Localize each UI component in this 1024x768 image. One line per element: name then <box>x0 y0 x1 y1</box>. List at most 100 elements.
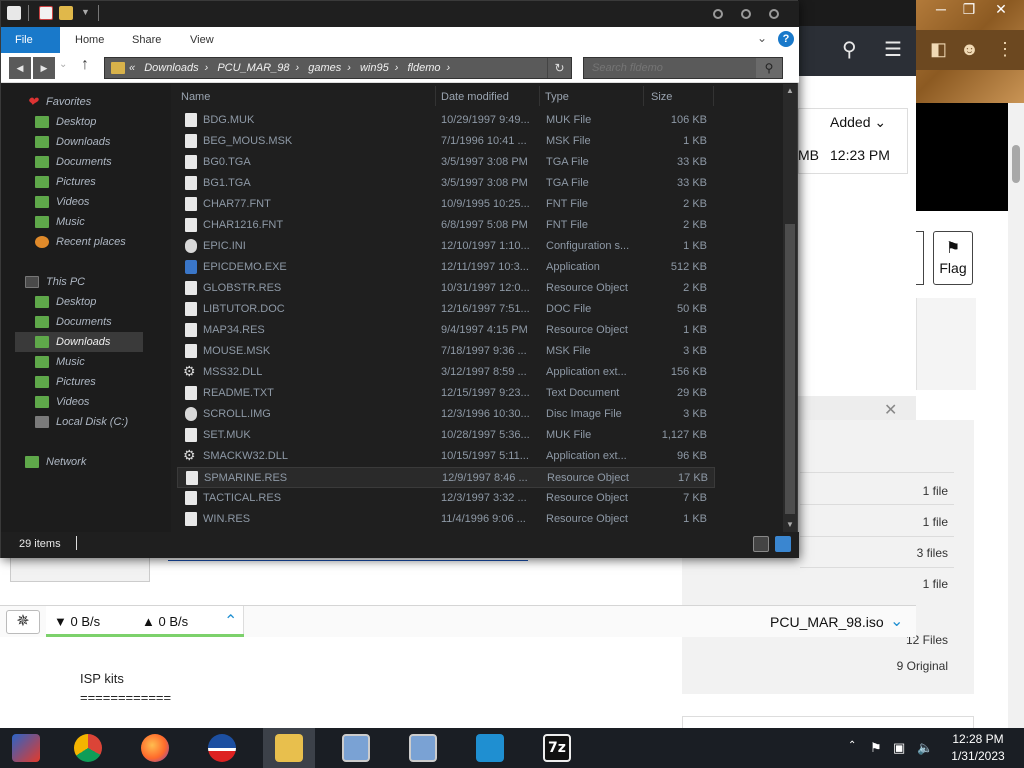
large-icons-view-icon[interactable] <box>775 536 791 552</box>
column-type[interactable]: Type <box>545 88 569 106</box>
file-row[interactable]: WIN.RES 11/4/1996 9:06 ... Resource Object… <box>177 509 715 530</box>
up-arrow-icon[interactable]: ↑ <box>81 56 89 74</box>
file-row[interactable]: BDG.MUK 10/29/1997 9:49... MUK File 106 KB <box>177 110 715 131</box>
file-row[interactable]: EPIC.INI 12/10/1997 1:10... Configuration … <box>177 236 715 257</box>
sidebar-icon[interactable]: ◧ <box>930 40 947 58</box>
chevron-down-icon[interactable]: ⌄ <box>757 31 767 45</box>
column-separator[interactable] <box>435 86 436 106</box>
breadcrumb-pcu-mar-98[interactable]: PCU_MAR_98 <box>217 62 289 74</box>
file-row[interactable]: CHAR1216.FNT 6/8/1997 5:08 PM FNT File 2 KB <box>177 215 715 236</box>
scrollbar-thumb[interactable] <box>785 224 795 514</box>
search-icon[interactable]: ⚲ <box>842 40 857 60</box>
breadcrumb-overflow[interactable]: « <box>129 62 135 74</box>
nav-fav-documents[interactable]: Documents <box>1 152 151 172</box>
nav-fav-music[interactable]: Music <box>1 212 151 232</box>
nav-fav-pictures[interactable]: Pictures <box>1 172 151 192</box>
nav-pc-downloads[interactable]: Downloads <box>15 332 143 352</box>
file-list-scrollbar[interactable]: ▲ ▼ <box>783 84 797 532</box>
file-row[interactable]: TACTICAL.RES 12/3/1997 3:32 ... Resource O… <box>177 488 715 509</box>
nav-pc-music[interactable]: Music <box>1 352 151 372</box>
tab-file[interactable]: File <box>1 27 60 53</box>
scroll-down-arrow[interactable]: ▼ <box>783 518 797 532</box>
scroll-up-arrow[interactable]: ▲ <box>783 84 797 98</box>
customize-dropdown-icon[interactable]: ▼ <box>81 7 90 17</box>
chevron-up-icon[interactable]: ⌃ <box>224 611 237 631</box>
nav-pc-pictures[interactable]: Pictures <box>1 372 151 392</box>
nav-pc-documents[interactable]: Documents <box>1 312 151 332</box>
recent-locations-icon[interactable]: ⌄ <box>59 59 67 70</box>
clock-time[interactable]: 12:28 PM <box>948 732 1008 746</box>
file-row[interactable]: BG0.TGA 3/5/1997 3:08 PM TGA File 33 KB <box>177 152 715 173</box>
flag-button[interactable]: ⚑ Flag <box>933 231 973 285</box>
file-row[interactable]: LIBTUTOR.DOC 12/16/1997 7:51... DOC File 50… <box>177 299 715 320</box>
tab-home[interactable]: Home <box>61 27 118 53</box>
explorer-window-icon[interactable] <box>7 6 21 20</box>
close-button[interactable] <box>769 9 779 19</box>
file-row[interactable]: SET.MUK 10/28/1997 5:36... MUK File 1,127 K… <box>177 425 715 446</box>
column-separator[interactable] <box>643 86 644 106</box>
nav-pc-local-disk[interactable]: Local Disk (C:) <box>1 412 151 432</box>
download-filename[interactable]: PCU_MAR_98.iso <box>770 614 884 630</box>
column-separator[interactable] <box>539 86 540 106</box>
file-row[interactable]: MOUSE.MSK 7/18/1997 9:36 ... MSK File 3 KB <box>177 341 715 362</box>
search-icon[interactable]: ⚲ <box>756 58 782 78</box>
details-view-icon[interactable] <box>753 536 769 552</box>
search-input[interactable] <box>584 58 756 78</box>
new-folder-icon[interactable] <box>59 6 73 20</box>
network-icon[interactable]: ▣ <box>893 740 905 756</box>
column-date-modified[interactable]: Date modified <box>441 88 509 106</box>
clock-date[interactable]: 1/31/2023 <box>948 749 1008 763</box>
file-row[interactable]: ⚙ MSS32.DLL 3/12/1997 8:59 ... Application … <box>177 362 715 383</box>
volume-icon[interactable]: 🔈 <box>917 740 933 756</box>
file-row[interactable]: ⚙ SMACKW32.DLL 10/15/1997 5:11... Applicati… <box>177 446 715 467</box>
breadcrumb-games[interactable]: games <box>308 62 341 74</box>
forward-button[interactable]: ▶ <box>33 57 55 79</box>
column-size[interactable]: Size <box>651 88 672 106</box>
profile-icon[interactable]: ☻ <box>960 40 979 58</box>
show-hidden-icons-icon[interactable]: ⌃ <box>848 740 856 751</box>
hamburger-menu-icon[interactable]: ☰ <box>884 40 902 60</box>
file-row[interactable]: MAP34.RES 9/4/1997 4:15 PM Resource Object… <box>177 320 715 341</box>
added-column-header[interactable]: Added ⌄ <box>830 114 886 131</box>
tab-share[interactable]: Share <box>118 27 175 53</box>
nav-pc-desktop[interactable]: Desktop <box>1 292 151 312</box>
file-row[interactable]: README.TXT 12/15/1997 9:23... Text Documen… <box>177 383 715 404</box>
file-row[interactable]: SCROLL.IMG 12/3/1996 10:30... Disc Image F… <box>177 404 715 425</box>
menu-dots-icon[interactable]: ⋮ <box>996 40 1014 58</box>
file-row[interactable]: GLOBSTR.RES 10/31/1997 12:0... Resource Ob… <box>177 278 715 299</box>
chevron-down-icon[interactable]: ⌄ <box>890 611 903 631</box>
nav-network[interactable]: Network <box>1 452 151 472</box>
help-icon[interactable]: ? <box>778 31 794 47</box>
nav-fav-recent-places[interactable]: Recent places <box>1 232 151 252</box>
nav-pc-videos[interactable]: Videos <box>1 392 151 412</box>
transfer-speed-box[interactable]: ▼ 0 B/s ▲ 0 B/s ⌃ <box>46 606 244 637</box>
column-name[interactable]: Name <box>181 88 210 106</box>
nav-fav-downloads[interactable]: Downloads <box>1 132 151 152</box>
back-button[interactable]: ◀ <box>9 57 31 79</box>
breadcrumb-downloads[interactable]: Downloads <box>144 62 198 74</box>
minimize-button[interactable] <box>713 9 723 19</box>
restore-button[interactable]: ❐ <box>952 0 986 20</box>
refresh-icon[interactable]: ↻ <box>547 58 571 78</box>
partial-button[interactable] <box>916 231 924 285</box>
nav-fav-desktop[interactable]: Desktop <box>1 112 151 132</box>
file-row[interactable]: BEG_MOUS.MSK 7/1/1996 10:41 ... MSK File 1 … <box>177 131 715 152</box>
breadcrumb-fldemo[interactable]: fldemo <box>407 62 440 74</box>
file-row[interactable]: SPMARINE.RES 12/9/1997 8:46 ... Resource O… <box>177 467 715 488</box>
maximize-button[interactable] <box>741 9 751 19</box>
file-row[interactable]: BG1.TGA 3/5/1997 3:08 PM TGA File 33 KB <box>177 173 715 194</box>
breadcrumb-win95[interactable]: win95 <box>360 62 389 74</box>
close-icon[interactable]: ✕ <box>884 400 897 420</box>
page-scrollbar[interactable] <box>1008 103 1024 728</box>
address-bar[interactable]: « Downloads › PCU_MAR_98 › games › win95 › f… <box>104 57 572 79</box>
tab-view[interactable]: View <box>176 27 228 53</box>
speed-limit-snail-icon[interactable]: ✵ <box>6 610 40 634</box>
file-row[interactable]: EPICDEMO.EXE 12/11/1997 10:3... Applicatio… <box>177 257 715 278</box>
nav-favorites[interactable]: ❤ Favorites <box>1 92 151 112</box>
file-row[interactable]: CHAR77.FNT 10/9/1995 10:25... FNT File 2 KB <box>177 194 715 215</box>
nav-this-pc[interactable]: This PC <box>1 272 151 292</box>
close-button[interactable]: ✕ <box>984 0 1018 20</box>
properties-icon[interactable] <box>39 6 53 20</box>
action-center-flag-icon[interactable]: ⚑ <box>870 740 882 756</box>
nav-fav-videos[interactable]: Videos <box>1 192 151 212</box>
